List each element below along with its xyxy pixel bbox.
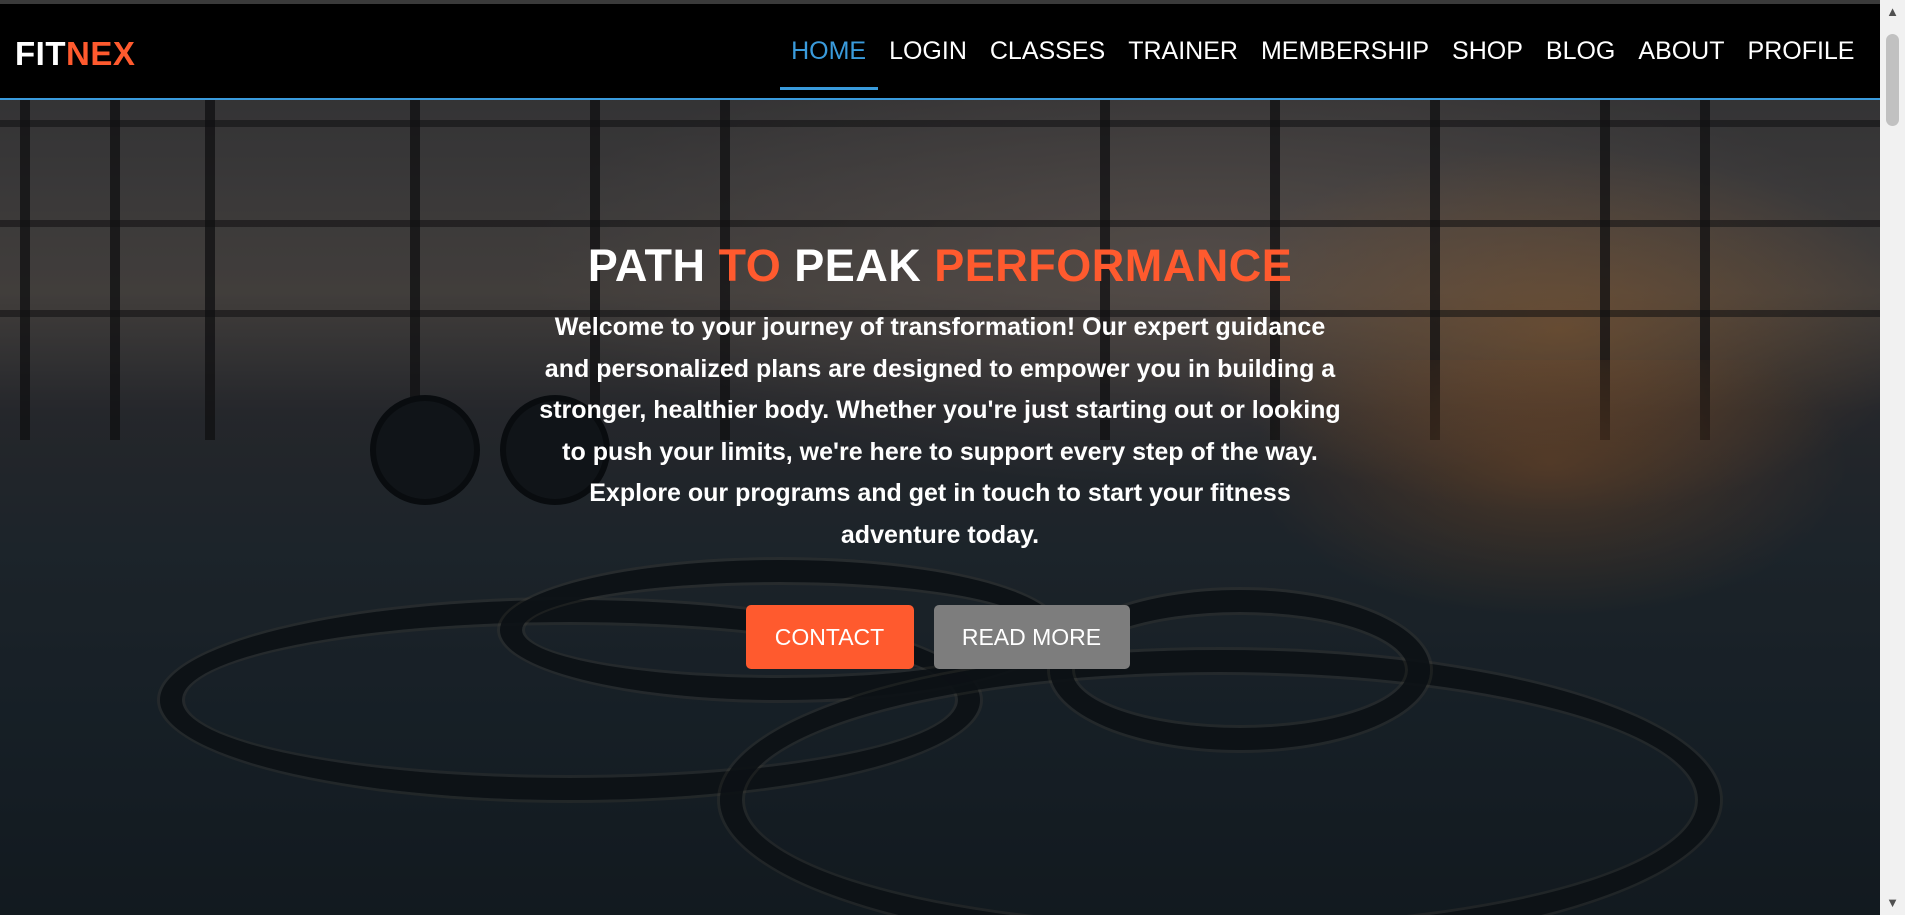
nav-item-shop[interactable]: SHOP <box>1441 39 1535 90</box>
brand-logo-part1: FIT <box>15 35 66 72</box>
hero-title-part3: PEAK <box>781 240 935 291</box>
hero-title-part1: PATH <box>587 240 719 291</box>
nav-item-membership[interactable]: MEMBERSHIP <box>1249 39 1440 90</box>
nav-item-blog[interactable]: BLOG <box>1534 39 1626 90</box>
contact-button[interactable]: CONTACT <box>745 605 914 669</box>
hero-title-part4: PERFORMANCE <box>934 240 1293 291</box>
hero-section: PATH TO PEAK PERFORMANCE Welcome to your… <box>0 100 1880 915</box>
brand-logo-part2: NEX <box>65 35 136 72</box>
top-navbar: FITNEX HOME LOGIN CLASSES TRAINER MEMBER… <box>0 0 1880 100</box>
page-scrollbar[interactable]: ▲ ▼ <box>1880 0 1905 915</box>
main-nav: HOME LOGIN CLASSES TRAINER MEMBERSHIP SH… <box>779 4 1866 100</box>
nav-item-profile[interactable]: PROFILE <box>1736 39 1866 90</box>
nav-item-login[interactable]: LOGIN <box>878 39 979 90</box>
read-more-button[interactable]: READ MORE <box>933 605 1130 669</box>
hero-description: Welcome to your journey of transformatio… <box>539 313 1341 549</box>
nav-item-home[interactable]: HOME <box>779 39 878 90</box>
scrollbar-thumb[interactable] <box>1886 34 1899 126</box>
chevron-up-icon[interactable]: ▲ <box>1880 2 1905 22</box>
hero-title-part2: TO <box>718 240 782 291</box>
nav-item-about[interactable]: ABOUT <box>1627 39 1736 90</box>
chevron-down-icon[interactable]: ▼ <box>1880 893 1905 913</box>
page-viewport: FITNEX HOME LOGIN CLASSES TRAINER MEMBER… <box>0 0 1880 915</box>
hero-buttons: CONTACT READ MORE <box>0 605 1880 669</box>
nav-item-classes[interactable]: CLASSES <box>978 39 1116 90</box>
nav-item-trainer[interactable]: TRAINER <box>1117 39 1250 90</box>
hero-title: PATH TO PEAK PERFORMANCE <box>0 240 1880 292</box>
brand-logo[interactable]: FITNEX <box>15 35 135 73</box>
